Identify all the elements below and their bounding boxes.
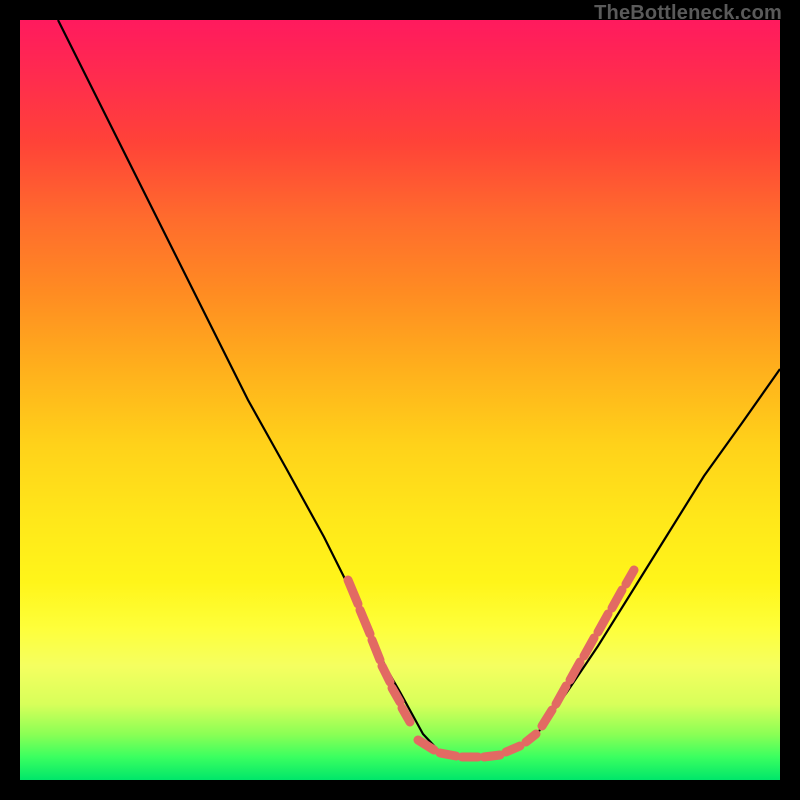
marker-cluster-right bbox=[542, 570, 634, 726]
curve-line bbox=[58, 20, 780, 757]
marker-cluster-floor bbox=[418, 734, 536, 757]
chart-svg bbox=[20, 20, 780, 780]
chart-container: TheBottleneck.com bbox=[0, 0, 800, 800]
marker-cluster-left bbox=[348, 580, 410, 722]
plot-area bbox=[20, 20, 780, 780]
